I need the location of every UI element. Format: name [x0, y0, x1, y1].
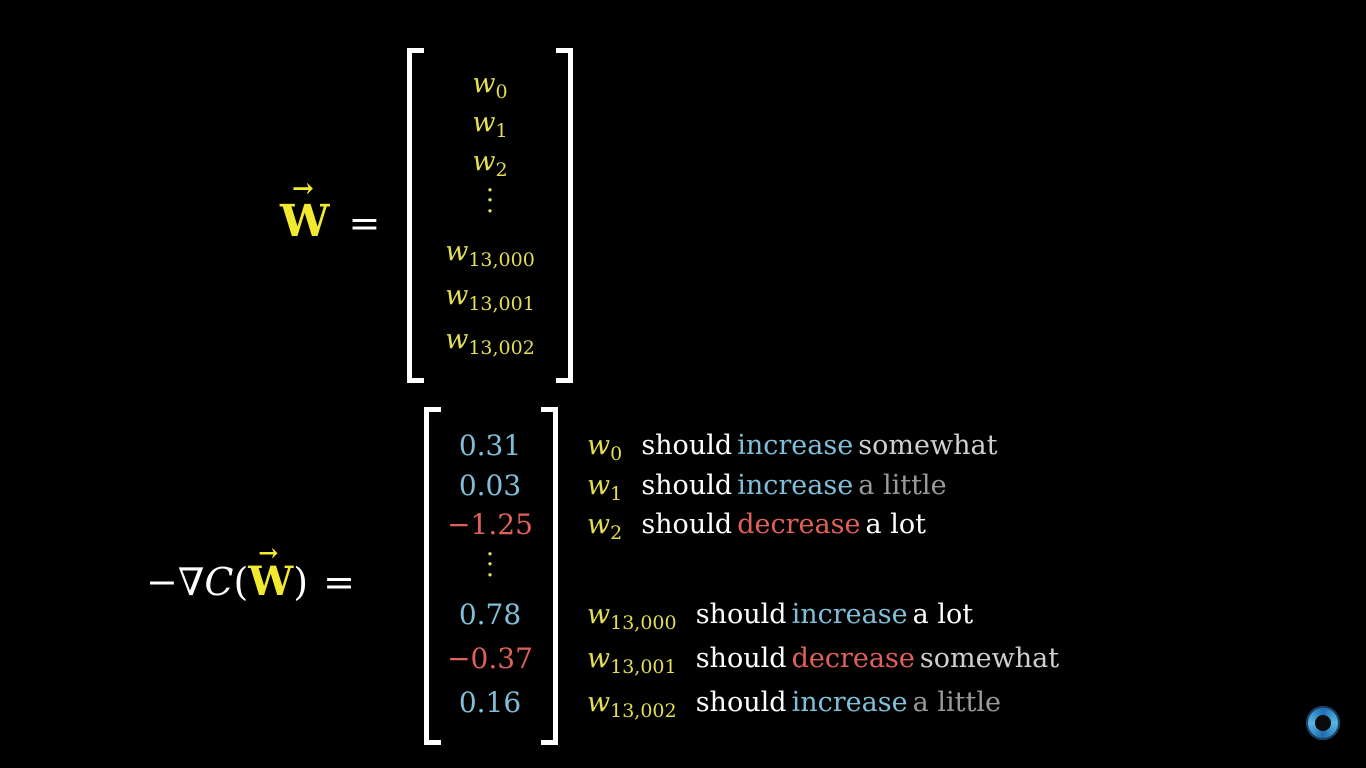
- top-entry: w13,000: [445, 236, 535, 271]
- annotation-should: should: [695, 643, 787, 674]
- bottom-vdots: · · ·: [485, 540, 495, 591]
- annotation-row: w13,001 should decrease somewhat: [587, 645, 1059, 677]
- vector-arrow-icon: →: [292, 174, 314, 204]
- annotation-verb: increase: [737, 470, 854, 501]
- annotation-row: w2 should decrease a lot: [587, 511, 926, 543]
- minus-sign: −: [146, 560, 178, 604]
- top-equation-lhs: → W =: [280, 174, 381, 247]
- top-entry: w1: [472, 107, 508, 142]
- annotation-should: should: [695, 599, 787, 630]
- annotation-verb: increase: [737, 430, 854, 461]
- gradient-value: 0.31: [458, 429, 522, 462]
- annotation-amount: a little: [912, 687, 1001, 718]
- annotation-should: should: [641, 509, 733, 540]
- gradient-value: 0.03: [458, 469, 522, 502]
- annotation-amount: somewhat: [858, 430, 998, 461]
- annotation-amount: a lot: [865, 509, 926, 540]
- annotation-row: w0 should increase somewhat: [587, 432, 997, 464]
- top-vdots: · · ·: [485, 176, 495, 227]
- open-paren: (: [233, 560, 249, 604]
- top-entry: w13,002: [445, 324, 535, 359]
- gradient-value: −0.37: [447, 642, 533, 675]
- annotation-variable: w13,000: [587, 599, 677, 634]
- cost-function-symbol: C: [204, 560, 234, 604]
- annotation-amount: a lot: [912, 599, 974, 630]
- top-entry: w13,001: [445, 280, 535, 315]
- annotation-row: w13,000 should increase a lot: [587, 601, 973, 633]
- bottom-equation-lhs: −∇C(→ W) =: [146, 538, 355, 605]
- annotation-should: should: [641, 430, 733, 461]
- nabla-symbol: ∇: [177, 560, 205, 604]
- annotation-should: should: [641, 470, 733, 501]
- gradient-value: 0.78: [458, 598, 522, 631]
- gradient-value: 0.16: [458, 686, 522, 719]
- annotation-verb: increase: [791, 599, 908, 630]
- annotation-variable: w2: [587, 509, 623, 544]
- equals-sign: =: [323, 560, 355, 604]
- annotation-verb: decrease: [737, 509, 861, 540]
- annotation-amount: somewhat: [919, 643, 1060, 674]
- annotation-row: w13,002 should increase a little: [587, 689, 1001, 721]
- annotation-variable: w13,001: [587, 643, 677, 678]
- annotation-verb: increase: [791, 687, 908, 718]
- annotation-row: w1 should increase a little: [587, 472, 947, 504]
- annotation-variable: w0: [587, 430, 623, 465]
- annotation-verb: decrease: [791, 643, 915, 674]
- annotation-amount: a little: [858, 470, 947, 501]
- vector-w-symbol: → W: [248, 538, 294, 605]
- annotation-variable: w1: [587, 470, 623, 505]
- vector-w-symbol: → W: [280, 174, 330, 247]
- annotation-should: should: [695, 687, 787, 718]
- annotation-variable: w13,002: [587, 687, 677, 722]
- channel-logo-icon[interactable]: [1306, 706, 1340, 740]
- vector-arrow-icon: →: [258, 538, 279, 567]
- top-entry: w0: [472, 68, 508, 103]
- equals-sign: =: [348, 201, 381, 245]
- gradient-value: −1.25: [447, 508, 533, 541]
- close-paren: ): [293, 560, 309, 604]
